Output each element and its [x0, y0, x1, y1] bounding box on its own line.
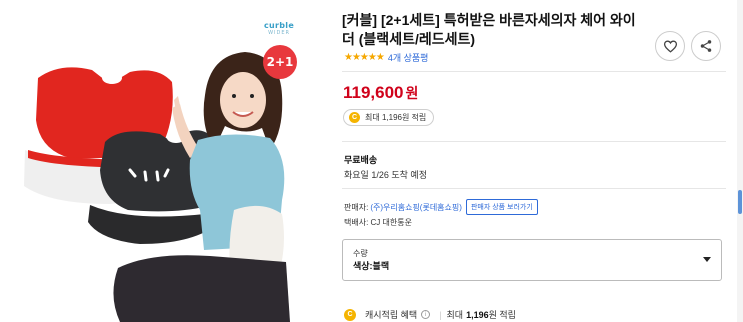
divider	[342, 141, 726, 142]
wishlist-button[interactable]	[655, 31, 685, 61]
courier-info: 택배사: CJ 대한통운	[344, 218, 412, 227]
review-count-link[interactable]: 4개 상품평	[388, 51, 429, 64]
option-value: 색상:블랙	[353, 261, 390, 271]
divider	[342, 188, 726, 189]
shipping-title: 무료배송	[344, 155, 378, 165]
rating-row: ★★★★★ 4개 상품평	[344, 51, 428, 64]
cashback-suffix: 원 적립	[488, 310, 516, 320]
cashback-amount: 1,196	[466, 309, 489, 320]
coin-icon: C	[344, 308, 356, 321]
points-badge: C 최대 1,196원 적립	[343, 109, 435, 126]
seller-products-button[interactable]: 판매자 상품 보러가기	[465, 199, 538, 215]
separator: |	[439, 309, 442, 320]
seller-label: 판매자:	[344, 202, 369, 212]
product-image[interactable]: curble WIDER 2+1	[0, 0, 322, 322]
price-value: 119,600	[343, 83, 404, 102]
price-currency: 원	[405, 85, 419, 101]
shipping-arrival: 화요일 1/26 도착 예정	[344, 170, 427, 180]
divider	[342, 71, 726, 72]
brand-logo-name: curble	[264, 21, 295, 30]
coin-icon: C	[349, 112, 360, 123]
seller-row: 판매자: (주)우리홈쇼핑(롯데홈쇼핑) 판매자 상품 보러가기	[344, 199, 538, 215]
option-select[interactable]: 수량 색상:블랙	[342, 239, 722, 281]
product-title: [커블] [2+1세트] 특허받은 바른자세의자 체어 와이더 (블랙세트/레드…	[342, 12, 636, 47]
star-rating-icon: ★★★★★	[344, 52, 385, 63]
cashback-row: C 캐시적립 혜택 i | 최대 1,196 원 적립	[344, 308, 516, 321]
brand-logo: curble WIDER	[264, 22, 294, 36]
chevron-down-icon	[703, 257, 711, 262]
price: 119,600 원	[343, 83, 418, 103]
share-icon	[700, 40, 712, 52]
scrollbar-track[interactable]	[737, 0, 743, 322]
product-info-panel: [커블] [2+1세트] 특허받은 바른자세의자 체어 와이더 (블랙세트/레드…	[334, 0, 732, 322]
share-button[interactable]	[691, 31, 721, 61]
heart-icon	[663, 40, 677, 53]
seller-name-link[interactable]: (주)우리홈쇼핑(롯데홈쇼핑)	[370, 202, 462, 213]
points-text: 최대 1,196원 적립	[365, 113, 427, 122]
cashback-prefix: 최대	[446, 310, 464, 320]
option-label: 수량	[353, 249, 368, 258]
info-icon[interactable]: i	[421, 310, 431, 319]
bundle-badge: 2+1	[263, 45, 297, 79]
cashback-label: 캐시적립 혜택	[365, 310, 418, 320]
brand-logo-sub: WIDER	[268, 30, 290, 36]
scrollbar-thumb[interactable]	[738, 190, 742, 214]
